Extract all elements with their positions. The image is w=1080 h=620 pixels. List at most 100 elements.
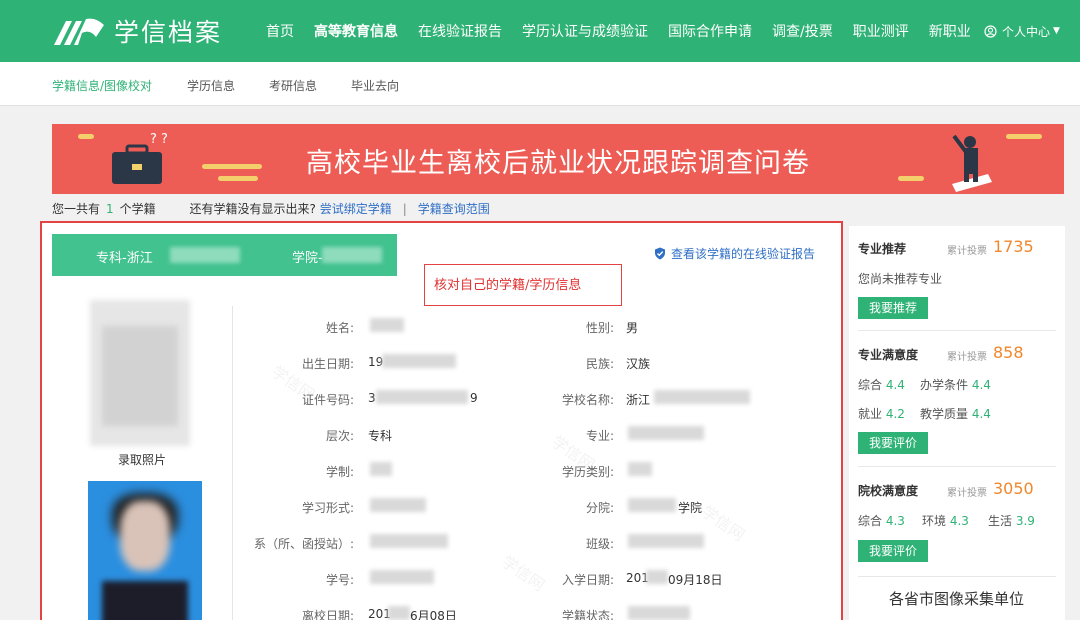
field-label-duration: 学制: xyxy=(325,465,354,479)
field-value-school-name: 浙江 xyxy=(626,393,651,407)
subnav-student-status[interactable]: 学籍信息/图像校对 xyxy=(52,77,152,94)
major-recommend-title: 专业推荐 xyxy=(858,242,907,256)
redacted-value xyxy=(628,426,704,440)
graduate-figure-icon xyxy=(952,134,992,192)
major-recommend-text: 您尚未推荐专业 xyxy=(858,272,943,286)
major-recommend-votes-label: 累计投票 xyxy=(947,246,987,257)
field-value-id-number: 3 xyxy=(368,391,376,405)
redacted-value xyxy=(654,390,750,404)
nav-survey[interactable]: 调查/投票 xyxy=(772,21,833,41)
field-label-level: 层次: xyxy=(325,429,354,443)
divider xyxy=(858,466,1056,467)
field-value-leave-date-tail: 6月08日 xyxy=(410,609,457,620)
nav-career-test[interactable]: 职业测评 xyxy=(853,21,909,41)
nav-higher-education[interactable]: 高等教育信息 xyxy=(314,21,398,41)
nav-home[interactable]: 首页 xyxy=(266,21,294,41)
redacted-value xyxy=(370,462,392,476)
field-label-gender: 性别: xyxy=(585,321,614,335)
field-value-level: 专科 xyxy=(368,429,393,443)
query-scope-link[interactable]: 学籍查询范围 xyxy=(418,202,490,216)
user-center-label: 个人中心 xyxy=(1002,24,1051,39)
record-count: 1 xyxy=(106,202,114,216)
redacted-value xyxy=(628,498,676,512)
survey-banner[interactable]: ? ? 高校毕业生离校后就业状况跟踪调查问卷 xyxy=(52,124,1064,194)
record-count-line: 您一共有 1 个学籍 还有学籍没有显示出来? 尝试绑定学籍 | 学籍查询范围 xyxy=(52,200,490,217)
field-label-name: 姓名: xyxy=(325,321,354,335)
school-satisfaction-votes: 3050 xyxy=(993,479,1034,498)
recommend-button[interactable]: 我要推荐 xyxy=(858,297,928,319)
nav-online-verification[interactable]: 在线验证报告 xyxy=(418,21,502,41)
rating-overall: 综合 4.4 xyxy=(858,378,905,392)
redacted-value xyxy=(628,534,704,548)
enrollment-photo-detail xyxy=(102,326,178,426)
banner-title: 高校毕业生离校后就业状况跟踪调查问卷 xyxy=(306,148,810,179)
user-circle-icon xyxy=(984,24,997,38)
redacted-value xyxy=(370,318,404,332)
nav-certification[interactable]: 学历认证与成绩验证 xyxy=(522,21,648,41)
field-value-birthdate: 19 xyxy=(368,355,384,369)
field-label-class: 班级: xyxy=(585,537,614,551)
field-value-ethnicity: 汉族 xyxy=(626,357,651,371)
field-label-branch: 分院: xyxy=(585,501,614,515)
redacted-value xyxy=(370,570,434,584)
rate-school-button[interactable]: 我要评价 xyxy=(858,540,928,562)
sub-navigation: 学籍信息/图像校对 学历信息 考研信息 毕业去向 xyxy=(0,62,1080,106)
major-satisfaction-title: 专业满意度 xyxy=(858,348,919,362)
field-label-student-id: 学号: xyxy=(325,573,354,587)
redacted-value xyxy=(646,570,668,584)
count-prefix: 您一共有 xyxy=(52,202,101,216)
rating-teaching: 教学质量 4.4 xyxy=(920,407,991,421)
link-separator: | xyxy=(402,202,407,216)
main-nav: 首页 高等教育信息 在线验证报告 学历认证与成绩验证 国际合作申请 调查/投票 … xyxy=(266,0,991,62)
redacted-value xyxy=(388,606,410,620)
school-tab-mid: 学院- xyxy=(292,251,323,266)
photo-detail xyxy=(120,501,170,571)
photo-detail xyxy=(102,581,188,620)
school-rating-overall: 综合 4.3 xyxy=(858,514,905,528)
redacted-value xyxy=(382,354,456,368)
nav-new-career[interactable]: 新职业 xyxy=(929,21,971,41)
logo-mark-icon xyxy=(52,15,106,47)
school-tab[interactable]: 专科-浙江 学院- xyxy=(52,234,397,276)
field-label-school-name: 学校名称: xyxy=(561,393,614,407)
school-satisfaction-block: 院校满意度 累计投票 3050 综合 4.3 环境 4.3 生活 3.9 我要评… xyxy=(858,479,1056,592)
subnav-graduate-exam[interactable]: 考研信息 xyxy=(269,77,317,94)
banner-decoration xyxy=(78,134,94,139)
logo-title: 学信档案 xyxy=(114,18,223,47)
field-label-department: 系（所、函授站）: xyxy=(253,537,354,551)
user-center-menu[interactable]: 个人中心 ▼ xyxy=(984,0,1060,62)
rating-facilities: 办学条件 4.4 xyxy=(920,378,991,392)
annotation-box: 核对自己的学籍/学历信息 xyxy=(424,264,622,306)
subnav-degree-info[interactable]: 学历信息 xyxy=(187,77,235,94)
verify-report-label: 查看该学籍的在线验证报告 xyxy=(671,247,816,261)
field-label-degree-type: 学历类别: xyxy=(561,465,614,479)
field-value-gender: 男 xyxy=(626,321,639,335)
school-rating-environment: 环境 4.3 xyxy=(922,514,969,528)
top-navigation-bar: 学信档案 首页 高等教育信息 在线验证报告 学历认证与成绩验证 国际合作申请 调… xyxy=(0,0,1080,62)
site-logo[interactable]: 学信档案 xyxy=(52,12,222,50)
banner-decoration xyxy=(1006,134,1042,139)
redacted-text xyxy=(322,247,382,263)
major-recommend-block: 专业推荐 累计投票 1735 您尚未推荐专业 我要推荐 xyxy=(858,237,1056,340)
nav-international[interactable]: 国际合作申请 xyxy=(668,21,752,41)
redacted-value xyxy=(376,390,468,404)
school-satisfaction-votes-label: 累计投票 xyxy=(947,488,987,499)
chevron-down-icon: ▼ xyxy=(1053,26,1060,36)
school-tab-prefix: 专科-浙江 xyxy=(96,251,153,266)
missing-record-question: 还有学籍没有显示出来? xyxy=(189,202,316,216)
side-panel: 专业推荐 累计投票 1735 您尚未推荐专业 我要推荐 专业满意度 累计投票 8… xyxy=(849,226,1065,620)
field-label-enroll-date: 入学日期: xyxy=(561,573,614,587)
divider xyxy=(858,330,1056,331)
bind-record-link[interactable]: 尝试绑定学籍 xyxy=(320,202,392,216)
field-label-id-number: 证件号码: xyxy=(301,393,354,407)
subnav-destination[interactable]: 毕业去向 xyxy=(351,77,399,94)
rate-major-button[interactable]: 我要评价 xyxy=(858,432,928,454)
photo-units-heading[interactable]: 各省市图像采集单位 xyxy=(889,588,1024,609)
field-label-leave-date: 离校日期: xyxy=(301,609,354,620)
verify-report-link[interactable]: 查看该学籍的在线验证报告 xyxy=(654,245,815,262)
degree-photo xyxy=(88,481,202,620)
rating-employment: 就业 4.2 xyxy=(858,407,905,421)
major-satisfaction-votes: 858 xyxy=(993,343,1024,362)
divider xyxy=(858,576,1056,577)
field-label-major: 专业: xyxy=(585,429,614,443)
